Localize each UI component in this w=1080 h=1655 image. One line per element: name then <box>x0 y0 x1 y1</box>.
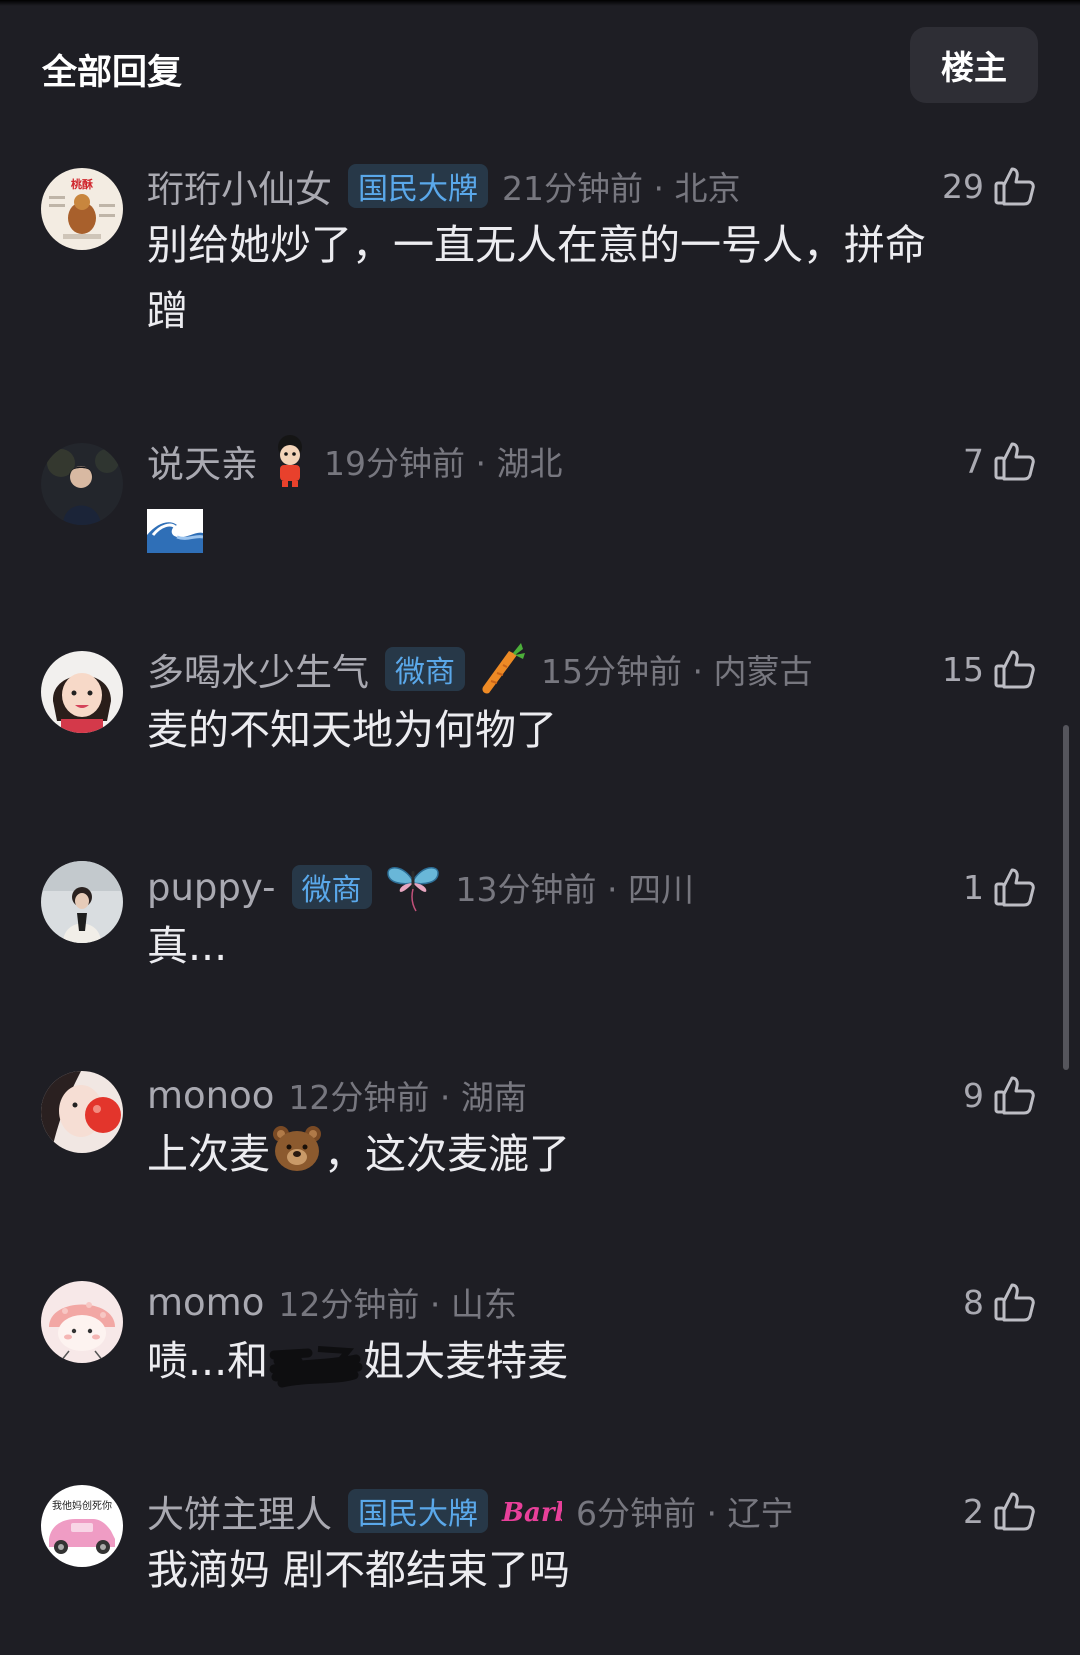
like-button[interactable]: 9 <box>963 1069 1038 1121</box>
timestamp-location: 12分钟前 · 湖南 <box>288 1078 527 1117</box>
badge: 国民大牌 <box>348 164 488 208</box>
like-count: 2 <box>963 1491 984 1531</box>
thumbs-up-icon <box>992 1279 1038 1325</box>
thumbs-up-icon <box>992 864 1038 910</box>
svg-text:我他妈创死你: 我他妈创死你 <box>52 1499 112 1512</box>
avatar[interactable] <box>41 1071 123 1153</box>
like-count: 15 <box>942 649 984 689</box>
comment-text: 啧...和 姐大麦特麦 <box>147 1328 1007 1394</box>
username[interactable]: monoo <box>147 1074 274 1117</box>
avatar[interactable] <box>41 1281 123 1363</box>
comment-text: 上次麦 ，这次麦漉了 <box>147 1121 1007 1192</box>
wave-icon <box>147 509 204 553</box>
carrot-icon <box>477 641 527 697</box>
like-count: 1 <box>963 867 984 907</box>
username[interactable]: 说天亲 <box>147 434 258 488</box>
svg-text:Barbie: Barbie <box>501 1498 562 1528</box>
like-button[interactable]: 15 <box>942 643 1038 695</box>
avatar[interactable] <box>41 443 123 525</box>
timestamp-location: 12分钟前 · 山东 <box>278 1285 517 1324</box>
username[interactable]: puppy- <box>147 866 276 909</box>
thumbs-up-icon <box>992 1072 1038 1118</box>
avatar[interactable] <box>41 651 123 733</box>
comment-text: 🌊 <box>147 505 1007 574</box>
username[interactable]: 大饼主理人 <box>147 1484 332 1538</box>
avatar[interactable] <box>41 861 123 943</box>
like-button[interactable]: 8 <box>963 1276 1038 1328</box>
username[interactable]: 珩珩小仙女 <box>147 159 332 213</box>
thumbs-up-icon <box>992 1488 1038 1534</box>
like-count: 29 <box>942 166 984 206</box>
thumbs-up-icon <box>992 646 1038 692</box>
avatar[interactable]: 我他妈创死你 <box>41 1485 123 1567</box>
scrollbar[interactable] <box>1063 725 1069 1070</box>
like-count: 7 <box>963 441 984 481</box>
comment-text: 麦的不知天地为何物了 <box>147 706 557 754</box>
timestamp-location: 21分钟前 · 北京 <box>502 169 741 208</box>
svg-text:桃酥: 桃酥 <box>71 177 93 191</box>
cartoon-character-icon <box>270 433 310 489</box>
timestamp-location: 15分钟前 · 内蒙古 <box>541 652 813 691</box>
comment-text: 我滴妈 剧不都结束了吗 <box>147 1546 571 1594</box>
like-count: 8 <box>963 1282 984 1322</box>
like-button[interactable]: 2 <box>963 1485 1038 1537</box>
like-count: 9 <box>963 1075 984 1115</box>
username[interactable]: 多喝水少生气 <box>147 642 369 696</box>
comment-list: 桃酥 珩珩小仙女 国民大牌 21分钟前 · 北京 29 别给她炒了，一直无人在意… <box>0 0 1080 1655</box>
timestamp-location: 6分钟前 · 辽宁 <box>576 1494 794 1533</box>
thumbs-up-icon <box>992 438 1038 484</box>
username[interactable]: momo <box>147 1281 264 1324</box>
like-button[interactable]: 7 <box>963 435 1038 487</box>
badge: 国民大牌 <box>348 1489 488 1533</box>
badge: 微商 <box>385 647 465 691</box>
barbie-logo-icon: Barbie <box>500 1491 562 1531</box>
badge: 微商 <box>291 865 372 909</box>
avatar[interactable]: 桃酥 <box>41 168 123 250</box>
like-button[interactable]: 29 <box>942 160 1038 212</box>
redaction-scribble <box>268 1339 363 1389</box>
like-button[interactable]: 1 <box>963 861 1038 913</box>
comment-text: 别给她炒了，一直无人在意的一号人，拼命 蹭 <box>147 221 926 335</box>
thumbs-up-icon <box>992 163 1038 209</box>
timestamp-location: 13分钟前 · 四川 <box>455 870 694 909</box>
comment-text: 真... <box>147 922 228 970</box>
bear-emoji <box>270 1123 324 1192</box>
butterfly-kite-icon <box>384 861 442 913</box>
timestamp-location: 19分钟前 · 湖北 <box>324 444 563 483</box>
